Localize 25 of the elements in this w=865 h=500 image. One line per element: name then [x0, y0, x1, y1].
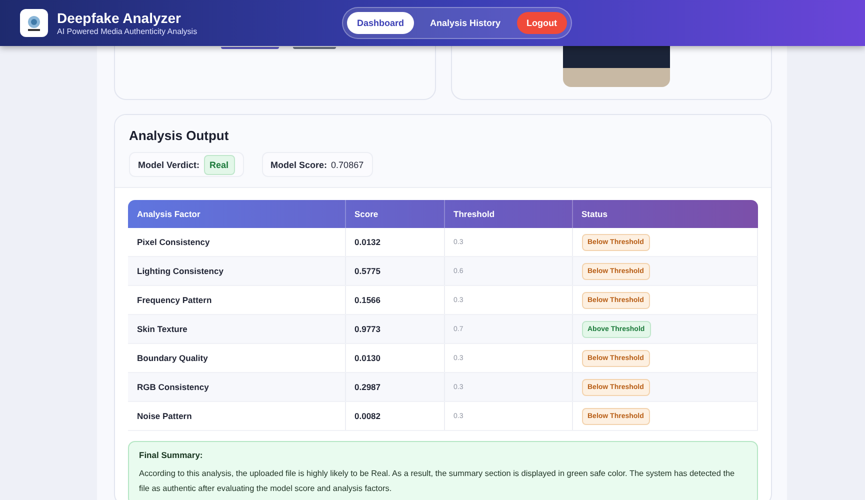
verdict-badge: Real: [204, 154, 235, 174]
score-label: Model Score:: [270, 160, 328, 170]
table-cell: Noise Pattern: [128, 402, 345, 430]
summary-title: Final Summary:: [139, 450, 204, 460]
column-header: Threshold: [444, 200, 572, 228]
section-title: Analysis Output: [129, 128, 230, 143]
nav-link[interactable]: Dashboard: [347, 12, 414, 34]
app-subtitle: AI Powered Media Authenticity Analysis: [57, 26, 198, 36]
verdict-label: Model Verdict:: [138, 160, 200, 170]
nav-link[interactable]: Analysis History: [420, 12, 511, 34]
column-header: Status: [572, 200, 758, 228]
column-header: Score: [345, 200, 444, 228]
table-cell: RGB Consistency: [128, 372, 345, 402]
summary-text: According to this analysis, the uploaded file is highly likely to be Real. As a result, the summary section is displayed in green safe color. The system has detected the file as authentic after evaluating the model score and analysis factors.: [139, 468, 736, 495]
table-cell: Lighting Consistency: [128, 256, 345, 286]
table-cell: Skin Texture: [128, 314, 345, 344]
app-title: Deepfake Analyzer: [57, 10, 182, 26]
table-cell: 0.2987: [345, 372, 444, 402]
logout-button[interactable]: Logout: [516, 12, 568, 34]
table-cell: 0.0082: [345, 402, 444, 430]
table-cell: 0.5775: [345, 256, 444, 286]
score-value: 0.70867: [331, 160, 364, 170]
logo-icon: [20, 9, 48, 37]
table-cell: 0.9773: [345, 314, 444, 344]
column-header: Analysis Factor: [128, 200, 345, 228]
